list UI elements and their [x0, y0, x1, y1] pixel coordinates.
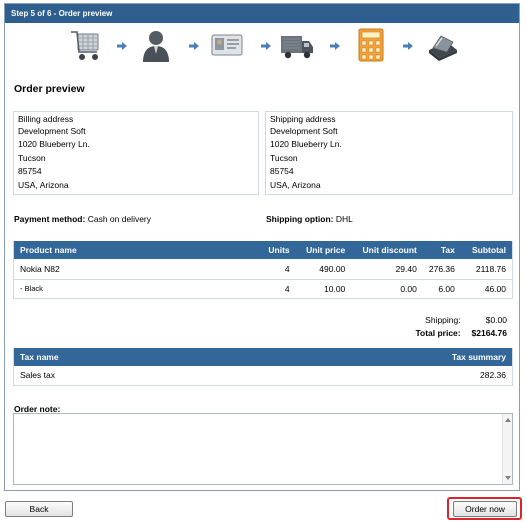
total-price-label: Total price:: [415, 327, 461, 338]
shipping-option: Shipping option: DHL: [266, 214, 353, 224]
order-note-textarea[interactable]: [13, 413, 513, 485]
shopping-cart-icon: [71, 31, 99, 60]
shipping-cost-label: Shipping:: [425, 315, 461, 325]
cell-unit-price: 490.00: [295, 259, 352, 280]
shipping-address-title: Shipping address: [270, 114, 336, 124]
scroll-up-arrow-icon[interactable]: [505, 418, 511, 422]
column-header-tax-summary: Tax summary: [229, 348, 513, 366]
cell-product-name: - Black: [13, 279, 249, 299]
shipping-option-value: DHL: [335, 214, 353, 224]
cell-units: 4: [248, 279, 296, 299]
column-header-subtotal: Subtotal: [460, 241, 513, 259]
credit-card-swipe-icon: [429, 35, 457, 61]
billing-address-line: 85754: [18, 166, 42, 177]
payment-method: Payment method: Cash on delivery: [14, 214, 151, 224]
billing-address-line: Tucson: [18, 152, 46, 163]
column-header-unit-price: Unit price: [295, 241, 352, 259]
shipping-address-line: 1020 Blueberry Ln.: [270, 139, 342, 150]
checkout-steps: [5, 28, 519, 70]
cell-subtotal: 2118.76: [460, 259, 513, 280]
shipping-address-line: USA, Arizona: [270, 179, 321, 190]
order-now-button[interactable]: Order now: [453, 501, 517, 517]
billing-address-title: Billing address: [18, 114, 74, 124]
cell-unit-discount: 29.40: [351, 259, 423, 280]
cell-tax: 276.36: [422, 259, 461, 280]
cell-units: 4: [248, 259, 296, 280]
billing-address-line: USA, Arizona: [18, 179, 69, 190]
cell-unit-price: 10.00: [295, 279, 352, 299]
order-totals: Shipping: $0.00 Total price: $2164.76: [391, 314, 507, 339]
panel-header: Step 5 of 6 - Order preview: [5, 4, 519, 23]
billing-address-line: 1020 Blueberry Ln.: [18, 139, 90, 150]
back-button[interactable]: Back: [5, 501, 73, 517]
customer-person-icon: [143, 31, 169, 62]
cell-subtotal: 46.00: [460, 279, 513, 299]
arrow-right-icon: [330, 42, 340, 50]
shipping-option-label: Shipping option:: [266, 214, 334, 224]
arrow-right-icon: [403, 42, 413, 50]
shipping-cost-row: Shipping: $0.00: [391, 314, 507, 327]
billing-address-box: Billing address Development Soft 1020 Bl…: [13, 111, 259, 195]
order-now-highlight: Order now: [447, 497, 522, 520]
column-header-tax: Tax: [422, 241, 461, 259]
order-note-scrollbar[interactable]: [502, 414, 512, 484]
cell-tax-summary: 282.36: [229, 366, 513, 386]
arrow-right-icon: [189, 42, 199, 50]
table-header-row: Product name Units Unit price Unit disco…: [13, 241, 513, 259]
calculator-icon: [358, 28, 384, 62]
billing-address-line: Development Soft: [18, 126, 86, 136]
total-price-value: $2164.76: [471, 327, 507, 338]
order-items-table: Product name Units Unit price Unit disco…: [13, 241, 513, 299]
payment-method-label: Payment method:: [14, 214, 86, 224]
cell-unit-discount: 0.00: [351, 279, 423, 299]
column-header-unit-discount: Unit discount: [351, 241, 423, 259]
arrow-right-icon: [261, 42, 271, 50]
shipping-cost-value: $0.00: [485, 315, 507, 325]
total-price-row: Total price: $2164.76: [391, 327, 507, 340]
shipping-address-line: Tucson: [270, 152, 298, 163]
id-card-icon: [211, 34, 243, 56]
tax-summary-table: Tax name Tax summary Sales tax 282.36: [13, 348, 513, 386]
table-row: - Black 4 10.00 0.00 6.00 46.00: [13, 279, 513, 299]
cell-tax: 6.00: [422, 279, 461, 299]
cell-tax-name: Sales tax: [13, 366, 230, 386]
shipping-address-line: Development Soft: [270, 126, 338, 136]
scroll-down-arrow-icon[interactable]: [505, 476, 511, 480]
delivery-truck-icon: [281, 36, 313, 59]
table-row: Nokia N82 4 490.00 29.40 276.36 2118.76: [13, 259, 513, 280]
cell-product-name: Nokia N82: [13, 259, 249, 280]
shipping-address-box: Shipping address Development Soft 1020 B…: [265, 111, 513, 195]
shipping-address-line: 85754: [270, 166, 294, 177]
table-row: Sales tax 282.36: [13, 366, 513, 386]
table-header-row: Tax name Tax summary: [13, 348, 513, 366]
arrow-right-icon: [117, 42, 127, 50]
checkout-panel: Step 5 of 6 - Order preview Order previe…: [4, 3, 520, 491]
column-header-units: Units: [248, 241, 296, 259]
column-header-tax-name: Tax name: [13, 348, 230, 366]
column-header-product-name: Product name: [13, 241, 249, 259]
payment-method-value: Cash on delivery: [87, 214, 152, 224]
page-title: Order preview: [14, 83, 85, 95]
